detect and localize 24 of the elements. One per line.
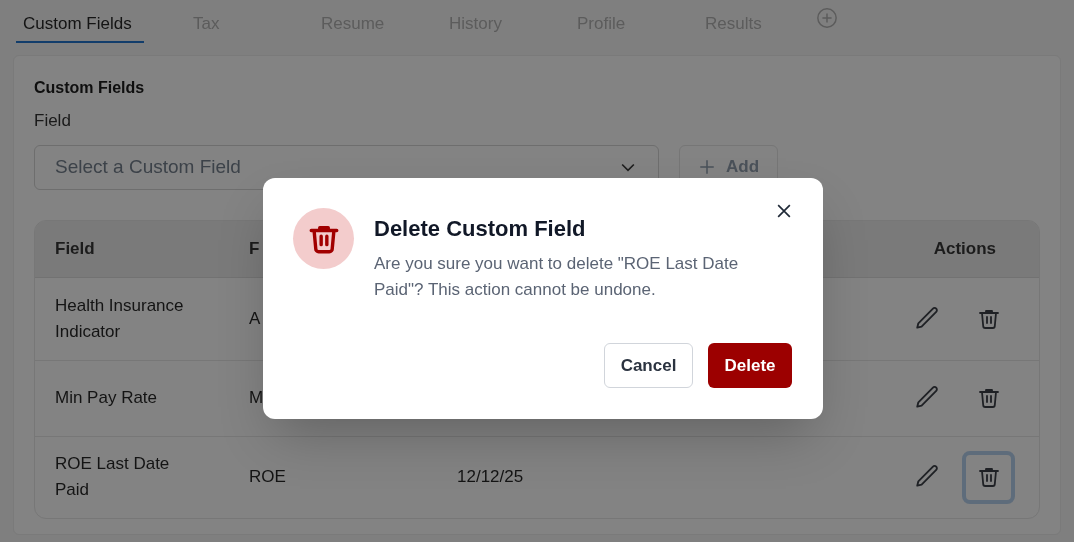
dialog-title: Delete Custom Field <box>374 215 587 243</box>
table-cell-text: Health Insurance Indicator <box>55 294 185 343</box>
column-header: F <box>249 238 260 258</box>
delete-confirm-button[interactable]: Delete <box>708 343 792 388</box>
tab[interactable]: Custom Fields <box>16 0 144 43</box>
plus-icon <box>697 158 716 176</box>
pencil-icon <box>914 305 940 332</box>
section-title: Custom Fields <box>34 78 146 98</box>
pencil-icon <box>914 464 940 490</box>
column-header: Field <box>55 238 95 258</box>
table-cell-text: Min Pay Rate <box>55 387 159 409</box>
field-label: Field <box>34 110 72 132</box>
table-cell-text: M <box>249 387 265 409</box>
delete-button[interactable] <box>962 450 1015 504</box>
cancel-button[interactable]: Cancel <box>604 343 693 388</box>
table-cell-text: A <box>249 307 262 330</box>
table-cell-text: ROE Last Date Paid <box>55 453 171 501</box>
column-header: Actions <box>933 237 996 260</box>
table-cell-text: ROE <box>249 466 287 488</box>
pencil-icon <box>914 385 940 411</box>
dialog-message: Are you sure you want to delete "ROE Last Date Paid"? This action cannot be undone. <box>374 253 740 301</box>
trash-icon <box>976 465 1001 489</box>
table-cell-text: 12/12/25 <box>457 466 525 488</box>
trash-icon <box>976 386 1001 410</box>
